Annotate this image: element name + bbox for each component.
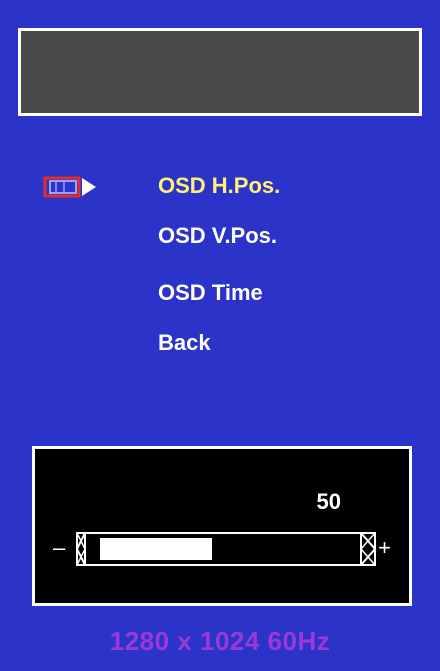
slider-right-cap-icon <box>360 532 377 566</box>
selection-cursor-icon <box>43 176 96 198</box>
slider-fill <box>100 538 212 560</box>
adjustment-value: 50 <box>316 489 341 514</box>
increase-icon[interactable]: + <box>378 537 391 559</box>
position-slider[interactable] <box>75 531 377 567</box>
osd-title-panel <box>18 28 422 116</box>
menu-item-osd-time[interactable]: OSD Time <box>158 275 263 311</box>
menu-item-osd-h-pos[interactable]: OSD H.Pos. <box>158 168 280 204</box>
menu-item-osd-v-pos[interactable]: OSD V.Pos. <box>158 218 277 254</box>
adjustment-panel: 50 – + <box>32 446 412 606</box>
decrease-icon[interactable]: – <box>53 537 65 559</box>
slider-left-cap-icon <box>75 532 86 566</box>
resolution-status: 1280 x 1024 60Hz <box>109 626 331 656</box>
menu-item-back[interactable]: Back <box>158 325 211 361</box>
osd-menu: OSD H.Pos. OSD V.Pos. OSD Time Back 50 –… <box>0 0 440 671</box>
